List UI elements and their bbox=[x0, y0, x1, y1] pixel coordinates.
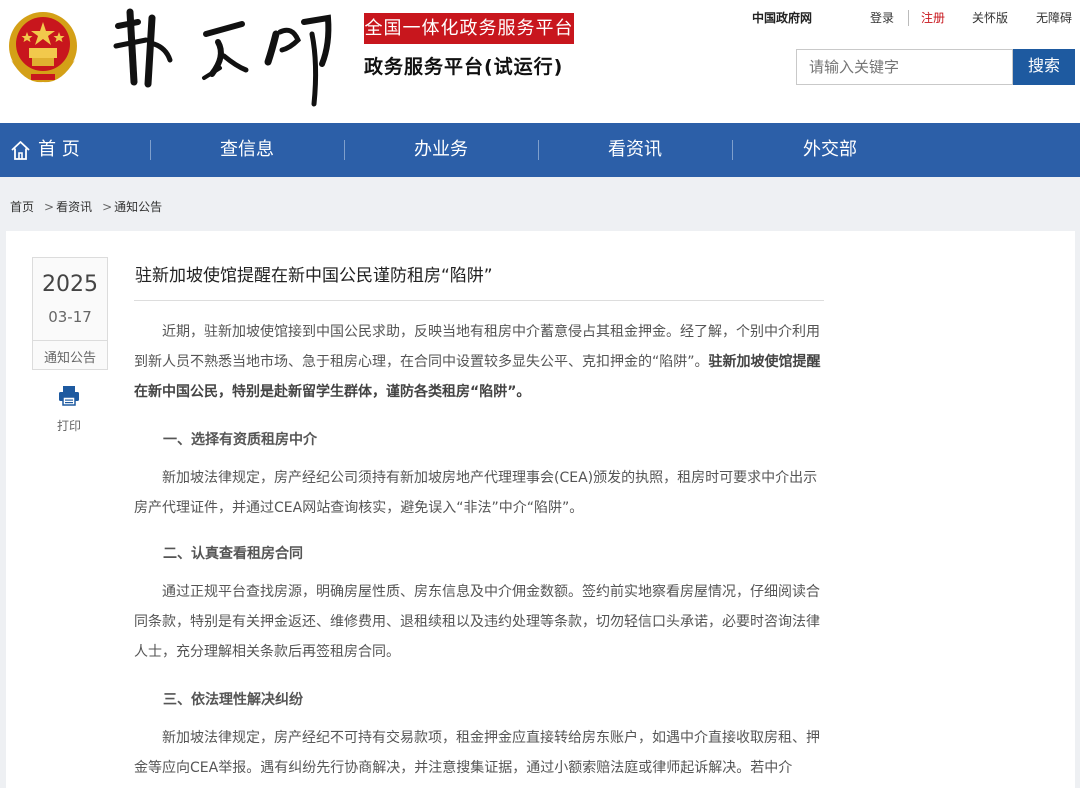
accessibility-link[interactable]: 无障碍 bbox=[1036, 9, 1072, 26]
section-heading-2: 二、认真查看租房合同 bbox=[163, 546, 303, 562]
breadcrumb-chevron-icon: > bbox=[102, 200, 113, 214]
printer-icon[interactable] bbox=[58, 384, 80, 406]
nav-item-news[interactable]: 看资讯 bbox=[586, 123, 684, 177]
nav-item-query-info[interactable]: 查信息 bbox=[198, 123, 296, 177]
breadcrumb-chevron-icon: > bbox=[44, 200, 55, 214]
site-header: 全国一体化政务服务平台 政务服务平台(试运行) 中国政府网 登录 注册 关怀版 … bbox=[0, 0, 1080, 123]
breadcrumb-notices[interactable]: 通知公告 bbox=[114, 200, 162, 214]
section-body-1: 新加坡法律规定，房产经纪公司须持有新加坡房地产代理理事会(CEA)颁发的执照，租… bbox=[134, 470, 818, 516]
ministry-calligraphy-logo[interactable] bbox=[108, 4, 343, 114]
top-links: 中国政府网 登录 注册 关怀版 无障碍 bbox=[744, 9, 1080, 27]
platform-title: 政务服务平台(试运行) bbox=[364, 56, 564, 78]
breadcrumb-home[interactable]: 首页 bbox=[10, 200, 34, 214]
nav-item-mfa[interactable]: 外交部 bbox=[780, 123, 880, 177]
search-button[interactable]: 搜索 bbox=[1013, 49, 1075, 85]
link-divider bbox=[908, 10, 909, 26]
search-input[interactable] bbox=[796, 49, 1013, 85]
home-icon[interactable] bbox=[10, 140, 31, 161]
article-title: 驻新加坡使馆提醒在新中国公民谨防租房“陷阱” bbox=[135, 266, 493, 286]
date-month-day: 03-17 bbox=[48, 308, 92, 326]
platform-badge[interactable]: 全国一体化政务服务平台 bbox=[364, 13, 574, 44]
nav-divider bbox=[150, 140, 151, 160]
main-nav: 首 页 查信息 办业务 看资讯 外交部 bbox=[0, 123, 1080, 177]
breadcrumb: 首页 > 看资讯 > 通知公告 bbox=[10, 198, 164, 215]
nav-item-services[interactable]: 办业务 bbox=[392, 123, 490, 177]
category-label[interactable]: 通知公告 bbox=[33, 347, 107, 366]
title-divider bbox=[134, 300, 824, 301]
gov-site-link[interactable]: 中国政府网 bbox=[752, 9, 812, 26]
nav-item-home[interactable]: 首 页 bbox=[38, 123, 98, 177]
section-heading-1: 一、选择有资质租房中介 bbox=[163, 432, 317, 448]
nav-divider bbox=[732, 140, 733, 160]
date-card: 2025 03-17 通知公告 bbox=[32, 257, 108, 370]
register-link[interactable]: 注册 bbox=[921, 9, 945, 26]
elderly-mode-link[interactable]: 关怀版 bbox=[972, 9, 1008, 26]
login-link[interactable]: 登录 bbox=[870, 9, 894, 26]
print-label[interactable]: 打印 bbox=[57, 417, 81, 434]
date-divider bbox=[33, 340, 107, 341]
nav-divider bbox=[344, 140, 345, 160]
section-body-2: 通过正规平台查找房源，明确房屋性质、房东信息及中介佣金数额。签约前实地察看房屋情… bbox=[134, 584, 820, 660]
nav-divider bbox=[538, 140, 539, 160]
date-year: 2025 bbox=[42, 272, 98, 297]
section-body-3: 新加坡法律规定，房产经纪不可持有交易款项，租金押金应直接转给房东账户，如遇中介直… bbox=[134, 730, 820, 776]
section-heading-3: 三、依法理性解决纠纷 bbox=[163, 692, 303, 708]
intro-paragraph: 近期，驻新加坡使馆接到中国公民求助，反映当地有租房中介蓄意侵占其租金押金。经了解… bbox=[134, 317, 826, 407]
national-emblem-icon[interactable] bbox=[5, 8, 81, 88]
breadcrumb-news[interactable]: 看资讯 bbox=[56, 200, 92, 214]
